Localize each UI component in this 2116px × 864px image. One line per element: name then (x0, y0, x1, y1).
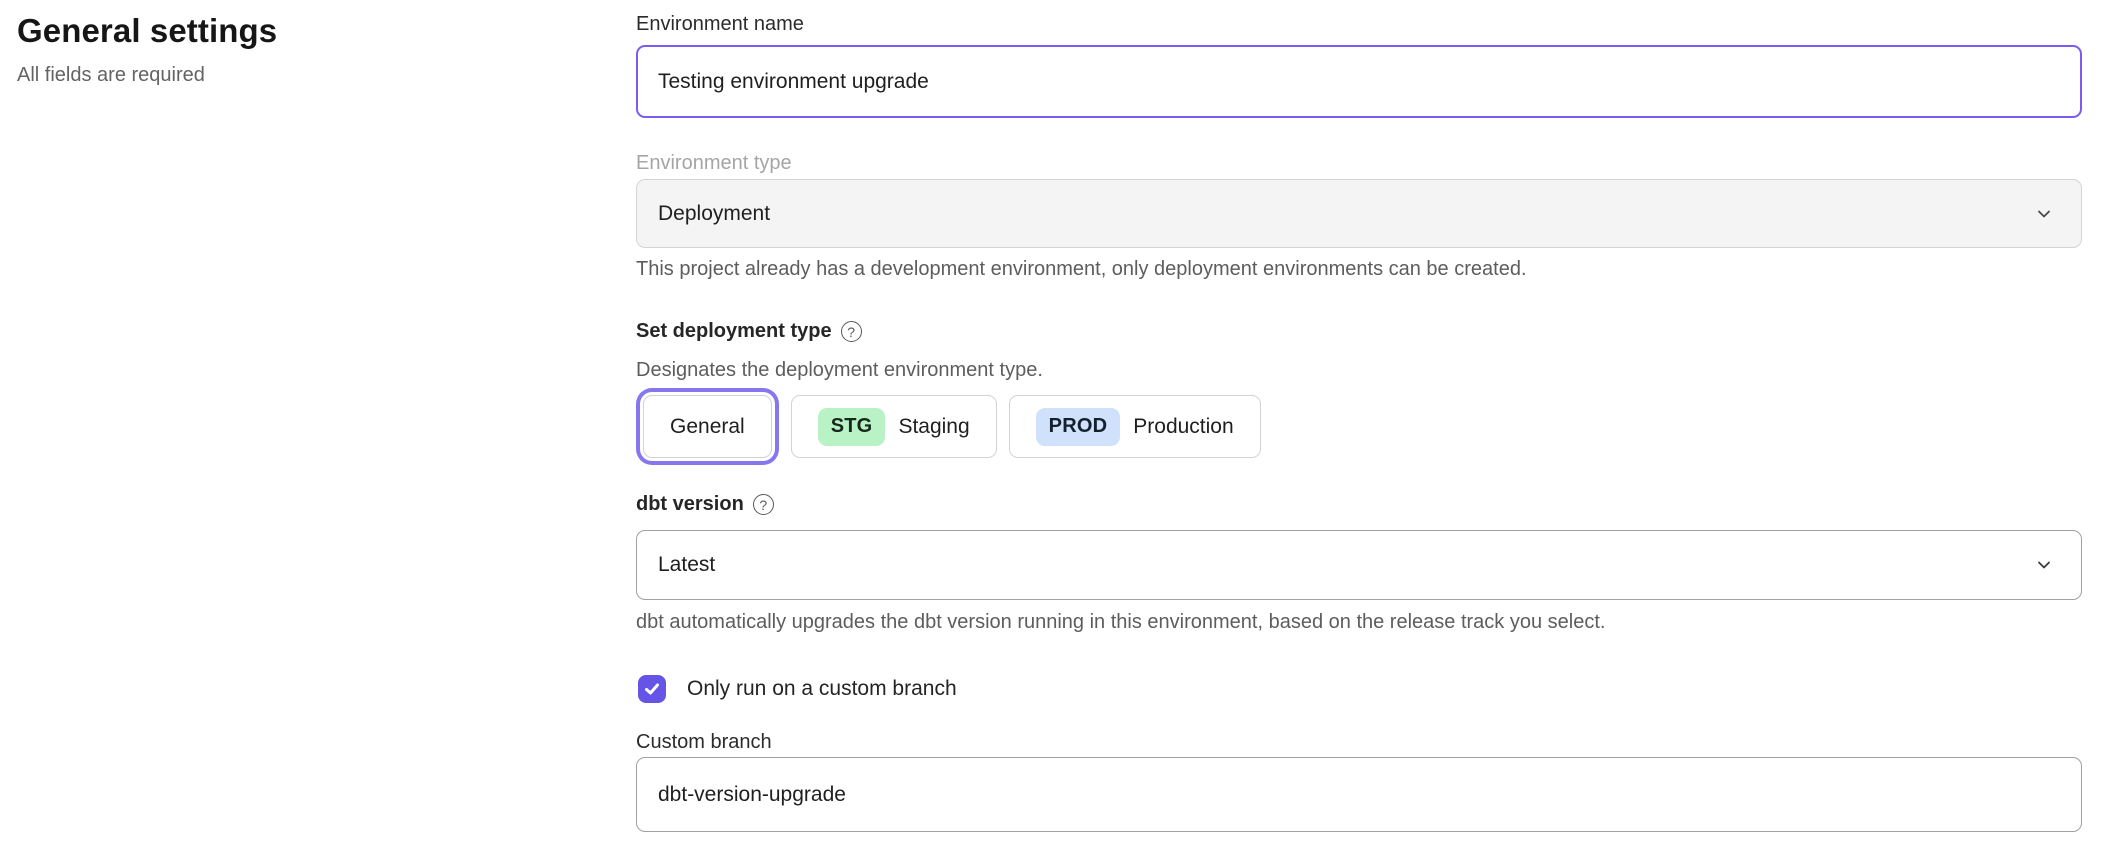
page-title: General settings (17, 12, 577, 50)
deployment-type-option-general[interactable]: General (643, 395, 772, 458)
general-settings-page: General settings All fields are required… (0, 0, 2116, 864)
custom-branch-label: Custom branch (636, 731, 2082, 754)
check-icon (643, 680, 661, 698)
help-icon[interactable]: ? (753, 494, 774, 515)
environment-type-helper: This project already has a development e… (636, 258, 2082, 281)
dbt-version-value: Latest (658, 553, 715, 577)
custom-branch-checkbox-label[interactable]: Only run on a custom branch (687, 677, 957, 701)
page-subtitle: All fields are required (17, 64, 577, 87)
deployment-type-option-production[interactable]: PROD Production (1009, 395, 1261, 458)
help-icon[interactable]: ? (841, 321, 862, 342)
deployment-type-label-text: Set deployment type (636, 320, 832, 343)
chevron-down-icon (2033, 203, 2055, 225)
deployment-type-option-staging[interactable]: STG Staging (791, 395, 997, 458)
custom-branch-input[interactable] (636, 757, 2082, 832)
dbt-version-label-text: dbt version (636, 493, 744, 516)
dbt-version-label: dbt version ? (636, 493, 2082, 516)
custom-branch-checkbox[interactable] (638, 675, 666, 703)
deployment-type-helper: Designates the deployment environment ty… (636, 359, 2082, 382)
page-header: General settings All fields are required (17, 12, 577, 87)
dbt-version-helper: dbt automatically upgrades the dbt versi… (636, 611, 2082, 634)
chevron-down-icon (2033, 554, 2055, 576)
environment-type-label: Environment type (636, 152, 2082, 175)
environment-type-select: Deployment (636, 179, 2082, 248)
deployment-type-option-staging-label: Staging (898, 415, 969, 439)
deployment-type-option-general-label: General (670, 415, 745, 439)
environment-type-value: Deployment (658, 202, 770, 226)
production-badge: PROD (1036, 408, 1121, 446)
deployment-type-label: Set deployment type ? (636, 320, 2082, 343)
staging-badge: STG (818, 408, 886, 446)
deployment-type-option-production-label: Production (1133, 415, 1233, 439)
environment-name-input[interactable] (636, 45, 2082, 118)
environment-name-label: Environment name (636, 13, 2082, 36)
dbt-version-select[interactable]: Latest (636, 530, 2082, 600)
